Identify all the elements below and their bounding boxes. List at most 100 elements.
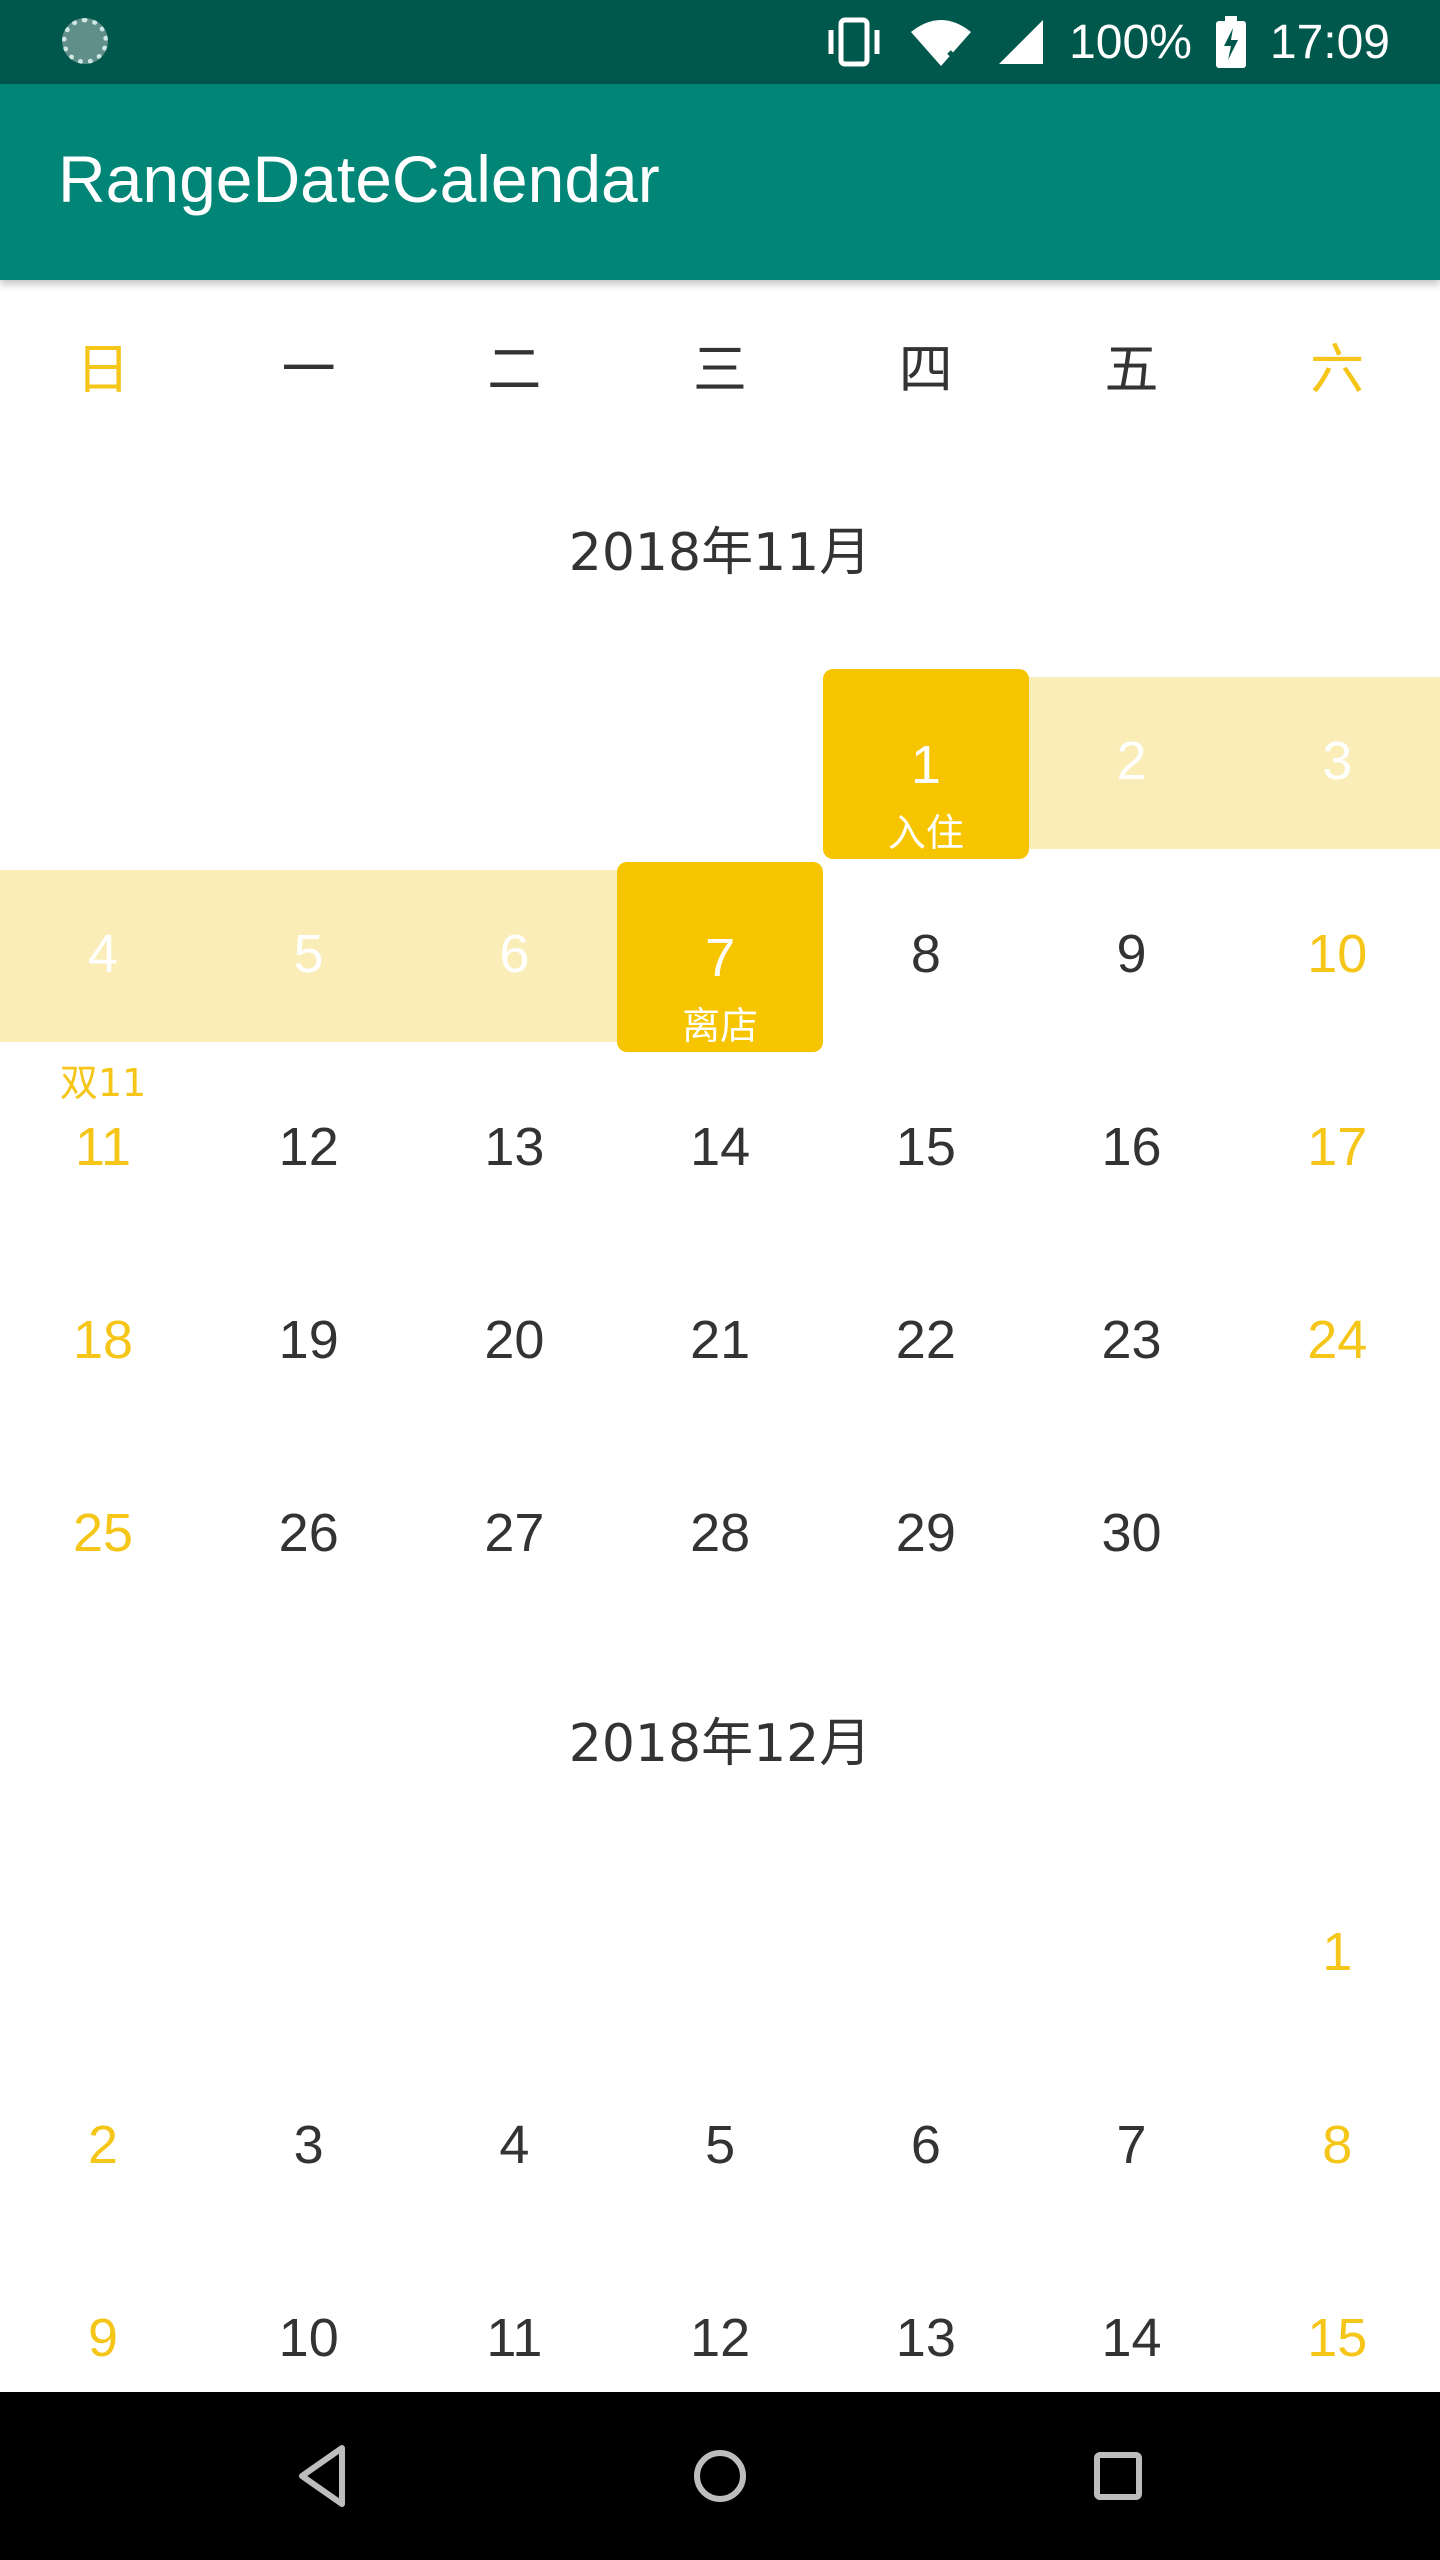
week-row: 9 10 11 12 13 14 15 [0,2243,1440,2392]
week-row: 1 入住 2 3 [0,666,1440,859]
day-number: 4 [87,924,119,984]
day-number: 13 [484,1117,545,1177]
day-number: 5 [705,2115,736,2175]
day-number: 8 [910,924,941,984]
empty-cell [0,666,206,859]
date-cell[interactable]: 8 [823,859,1029,1052]
festival-label: 双11 [59,1061,147,1105]
loading-icon [62,18,108,64]
day-number: 25 [72,1503,134,1563]
date-cell[interactable]: 14 [1029,2243,1235,2392]
week-header: 日 一 二 三 四 五 六 [0,300,1440,440]
day-number: 6 [499,924,530,984]
date-cell[interactable]: 16 [1029,1052,1235,1245]
date-cell[interactable]: 7 [1029,2050,1235,2243]
day-number: 3 [293,2115,324,2175]
date-cell[interactable]: 10 [206,2243,412,2392]
day-number: 4 [499,2115,530,2175]
date-cell[interactable]: 24 [1234,1245,1440,1438]
date-cell[interactable]: 18 [0,1245,206,1438]
signal-icon [997,18,1045,66]
day-number: 8 [1322,2115,1353,2175]
date-cell[interactable]: 13 [411,1052,617,1245]
empty-cell [411,1857,617,2050]
date-cell[interactable]: 4 [0,859,206,1052]
date-cell[interactable]: 10 [1234,859,1440,1052]
weekday-sun: 日 [75,338,130,401]
date-cell[interactable]: 23 [1029,1245,1235,1438]
day-number: 1 [1322,1922,1353,1982]
date-cell[interactable]: 17 [1234,1052,1440,1245]
day-number: 15 [895,1117,956,1177]
date-cell[interactable]: 双11 11 [0,1052,206,1245]
weekday-tue: 二 [487,338,542,401]
day-number: 7 [705,928,736,988]
empty-cell [1029,1857,1235,2050]
date-cell[interactable]: 2 [0,2050,206,2243]
battery-charging-icon [1215,16,1246,68]
date-cell[interactable]: 30 [1029,1438,1235,1631]
date-cell[interactable]: 4 [411,2050,617,2243]
date-cell[interactable]: 29 [823,1438,1029,1631]
date-cell[interactable]: 8 [1234,2050,1440,2243]
app-bar: RangeDateCalendar [0,84,1440,280]
date-cell[interactable]: 26 [206,1438,412,1631]
date-cell[interactable]: 7 离店 [617,859,824,1052]
date-cell[interactable]: 3 [206,2050,412,2243]
date-cell[interactable]: 5 [206,859,412,1052]
date-cell[interactable]: 14 [617,1052,823,1245]
navigation-bar [0,2392,1440,2560]
check-out-label: 离店 [682,1004,759,1048]
day-number: 1 [910,735,941,795]
week-row: 双11 11 12 13 14 15 16 17 [0,1052,1440,1245]
day-number: 11 [74,1117,132,1177]
date-cell[interactable]: 9 [0,2243,206,2392]
date-cell[interactable]: 2 [1029,666,1235,859]
date-cell[interactable]: 13 [823,2243,1029,2392]
date-cell[interactable]: 19 [206,1245,412,1438]
day-number: 19 [278,1310,339,1370]
week-row: 4 5 6 7 离店 8 9 10 [0,859,1440,1052]
status-icons: 100% 17:09 [823,0,1390,84]
day-number: 15 [1307,2308,1368,2368]
back-triangle-icon[interactable] [294,2436,350,2520]
week-row: 18 19 20 21 22 23 24 [0,1245,1440,1438]
date-cell[interactable]: 28 [617,1438,823,1631]
day-number: 9 [87,2308,119,2368]
date-cell[interactable]: 1 入住 [822,666,1029,859]
date-cell[interactable]: 25 [0,1438,206,1631]
date-cell[interactable]: 27 [411,1438,617,1631]
date-cell[interactable]: 6 [823,2050,1029,2243]
date-cell[interactable]: 9 [1029,859,1235,1052]
month-title: 2018年12月 [568,1714,872,1774]
vibrate-icon [823,16,885,68]
date-cell[interactable]: 6 [411,859,617,1052]
wifi-off-icon [909,16,973,68]
date-cell[interactable]: 22 [823,1245,1029,1438]
home-circle-icon[interactable] [692,2436,748,2520]
recents-square-icon[interactable] [1090,2436,1146,2520]
week-row: 1 [0,1857,1440,2050]
weekday-sat: 六 [1310,338,1365,401]
date-cell[interactable]: 15 [1234,2243,1440,2392]
date-cell[interactable]: 5 [617,2050,823,2243]
weekday-wed: 三 [693,338,748,401]
empty-cell [411,666,617,859]
empty-cell [1234,1438,1440,1631]
calendar-list[interactable]: 2018年11月 1 入住 2 3 4 5 6 7 离店 8 9 10 双11 11 12 13 14 15 16 17… [0,440,1440,2392]
date-cell[interactable]: 3 [1234,666,1440,859]
day-number: 12 [278,1117,339,1177]
day-number: 2 [1116,731,1147,791]
day-number: 16 [1101,1117,1162,1177]
date-cell[interactable]: 12 [617,2243,823,2392]
status-time: 17:09 [1269,15,1390,69]
empty-cell [617,666,823,859]
date-cell[interactable]: 21 [617,1245,823,1438]
day-number: 23 [1101,1310,1162,1370]
date-cell[interactable]: 11 [411,2243,617,2392]
date-cell[interactable]: 20 [411,1245,617,1438]
date-cell[interactable]: 15 [823,1052,1029,1245]
date-cell[interactable]: 12 [206,1052,412,1245]
empty-cell [617,1857,823,2050]
date-cell[interactable]: 1 [1234,1857,1440,2050]
